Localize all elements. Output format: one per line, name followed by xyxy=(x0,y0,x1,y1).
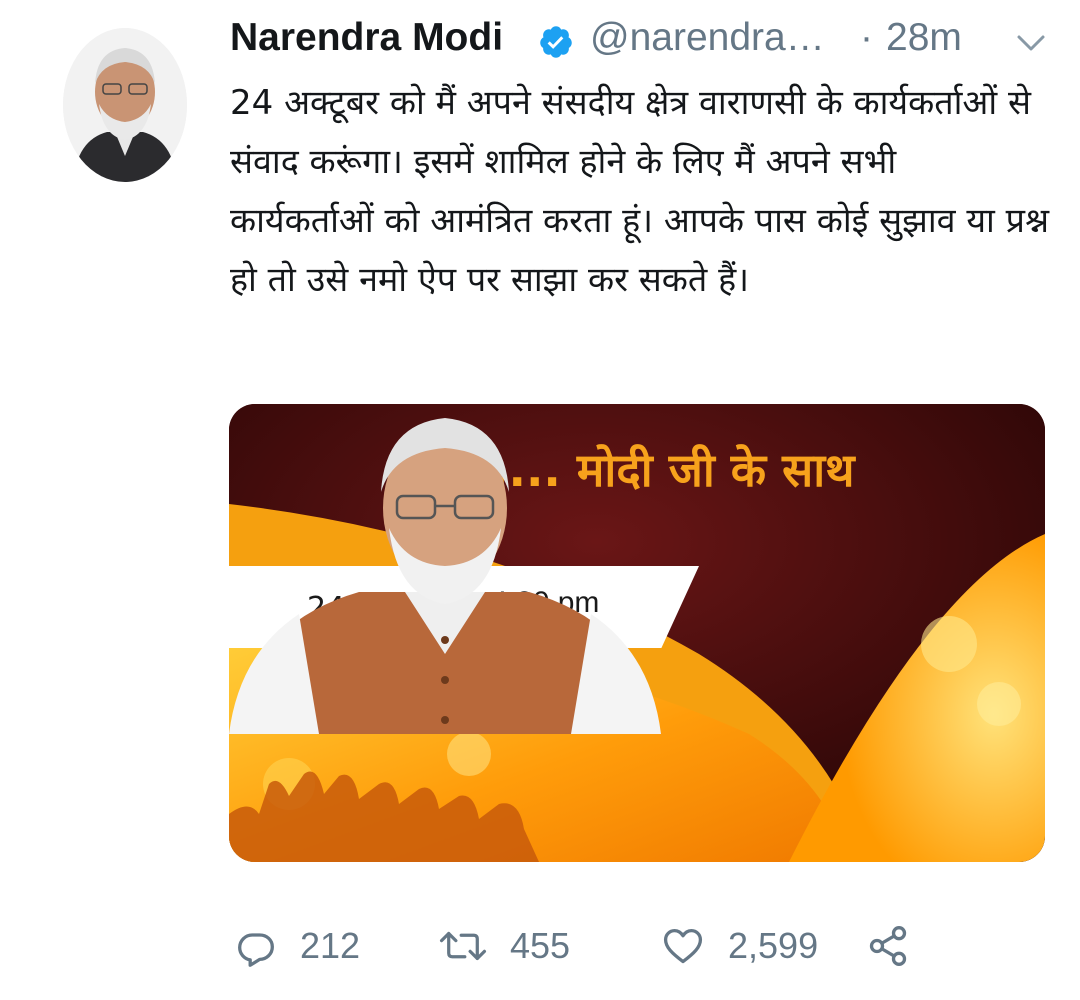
share-button[interactable] xyxy=(866,915,910,977)
author-handle[interactable]: @narendra… xyxy=(590,16,825,60)
tweet-actions: 212 455 2,599 xyxy=(230,915,1050,977)
portrait-illustration xyxy=(229,418,661,734)
separator-dot: · xyxy=(860,16,873,59)
chevron-down-icon[interactable] xyxy=(1015,32,1047,54)
retweet-button[interactable]: 455 xyxy=(438,915,570,977)
share-icon xyxy=(869,926,907,966)
heart-icon xyxy=(663,928,703,964)
like-button[interactable]: 2,599 xyxy=(660,915,818,977)
retweet-icon xyxy=(439,931,487,961)
avatar-portrait xyxy=(63,28,187,182)
tweet-timestamp[interactable]: 28m xyxy=(886,16,962,60)
retweet-count: 455 xyxy=(510,925,571,966)
avatar[interactable] xyxy=(63,28,187,182)
verified-badge-icon xyxy=(540,26,572,58)
reply-icon xyxy=(238,933,274,967)
like-count: 2,599 xyxy=(728,925,819,966)
tweet-header: Narendra Modi @narendra… · 28m xyxy=(230,14,1060,70)
author-name[interactable]: Narendra Modi xyxy=(230,16,503,60)
tweet-text: 24 अक्टूबर को मैं अपने संसदीय क्षेत्र वा… xyxy=(230,83,1050,300)
reply-count: 212 xyxy=(300,925,361,966)
reply-button[interactable]: 212 xyxy=(234,915,360,977)
tweet-media-image[interactable]: .... मोदी जी के साथ 24 अक्टूबर 4.30 pm xyxy=(229,404,1045,862)
